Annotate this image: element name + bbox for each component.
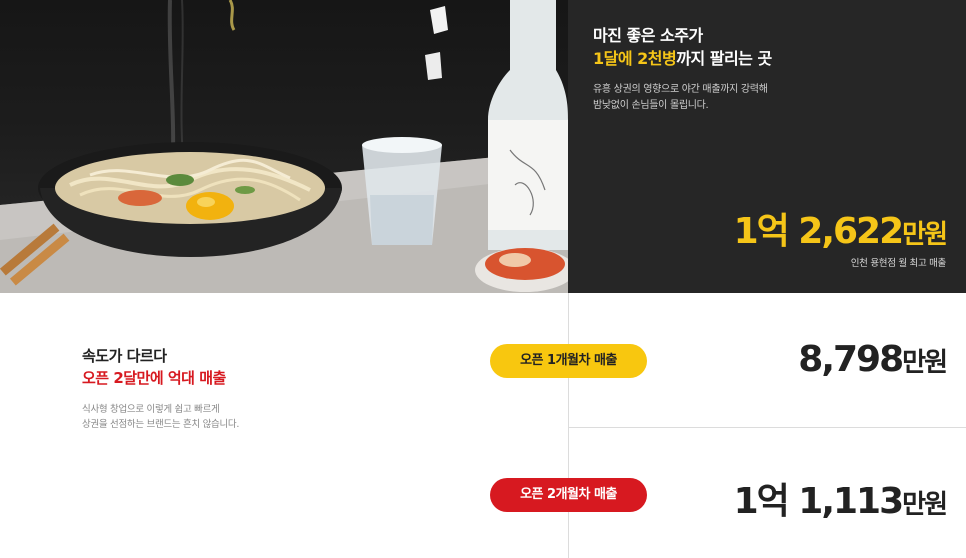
month1-sales-badge: 오픈 1개월차 매출 <box>490 344 647 378</box>
hero-sales-caption: 인천 용현점 월 최고 매출 <box>850 258 947 269</box>
month2-sales-unit: 만원 <box>902 490 948 520</box>
hero-sales-unit: 만원 <box>902 220 948 250</box>
hero-photo <box>0 0 568 293</box>
month2-sales-figure: 1억 1,113만원 <box>733 472 948 524</box>
horizontal-divider <box>568 427 966 428</box>
hero-headline-rest: 까지 팔리는 곳 <box>676 49 772 68</box>
month1-sales-unit: 만원 <box>902 348 948 378</box>
month2-sales-badge: 오픈 2개월차 매출 <box>490 478 647 512</box>
month1-sales-value: 8,798 <box>798 339 904 380</box>
hero-headline-line1: 마진 좋은 소주가 <box>593 26 703 45</box>
hero-info-panel: 마진 좋은 소주가 1달에 2천병까지 팔리는 곳 유흥 상권의 영향으로 야간… <box>568 0 966 293</box>
month1-sales-figure: 8,798만원 <box>798 339 948 380</box>
hero-headline-line2: 1달에 2천병까지 팔리는 곳 <box>593 45 772 69</box>
section-description-line2: 상권을 선점하는 브랜드는 흔치 않습니다. <box>82 419 240 430</box>
section-title-line1: 속도가 다르다 <box>82 347 167 365</box>
hero-sales-number: 1억 2,622 <box>733 211 905 252</box>
section-description-line1: 식사형 창업으로 이렇게 쉽고 빠르게 <box>82 404 220 415</box>
vertical-divider <box>568 293 569 558</box>
food-photo-illustration <box>0 0 568 293</box>
month2-sales-value: 1억 1,113 <box>733 481 905 522</box>
hero-sales-figure: 1억 2,622만원 <box>733 202 948 254</box>
section-title-line2: 오픈 2달만에 억대 매출 <box>82 369 226 387</box>
hero-description-line2: 밤낮없이 손님들이 몰립니다. <box>593 100 709 111</box>
hero-description-line1: 유흥 상권의 영향으로 야간 매출까지 강력해 <box>593 84 768 95</box>
hero-headline-highlight: 1달에 2천병 <box>593 49 677 68</box>
